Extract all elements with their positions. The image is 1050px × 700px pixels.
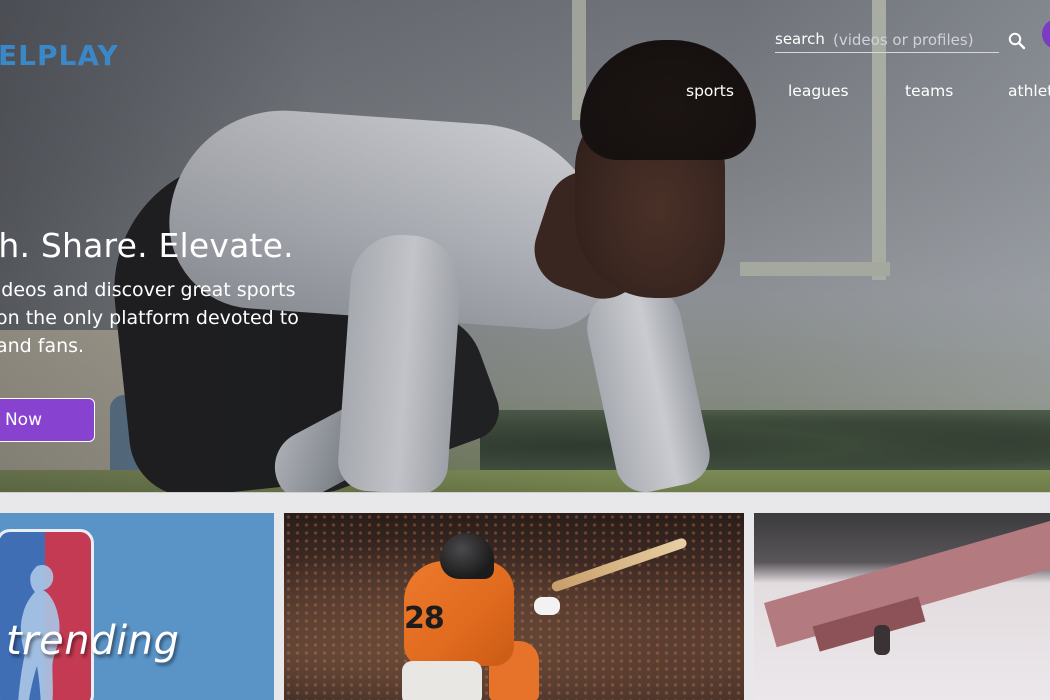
nba-logo-icon <box>0 529 94 700</box>
search-input[interactable] <box>833 29 995 51</box>
hero-description-line: and fans. <box>0 335 85 357</box>
baseball-card[interactable]: 28 <box>284 513 744 700</box>
search-icon[interactable] <box>1007 31 1027 51</box>
cta-button[interactable]: Now <box>0 398 95 442</box>
search-label: search <box>775 30 825 48</box>
nav-item-sports[interactable]: sports <box>686 82 734 100</box>
site-logo[interactable]: ELPLAY <box>0 42 119 70</box>
skiing-card[interactable] <box>754 513 1050 700</box>
batter-pants <box>402 661 482 700</box>
batter-helmet <box>440 533 494 579</box>
nav-item-teams[interactable]: teams <box>905 82 953 100</box>
hero-description: ideos and discover great sports on the o… <box>0 276 316 360</box>
nav-item-leagues[interactable]: leagues <box>788 82 849 100</box>
hero-description-line: on the only platform devoted to <box>0 307 299 329</box>
hero-description-line: ideos and discover great sports <box>0 279 296 301</box>
hero-title: ch. Share. Elevate. <box>0 226 294 265</box>
nav-item-athletes[interactable]: athlet <box>1008 82 1050 100</box>
trending-card[interactable] <box>0 513 274 700</box>
skier <box>874 625 890 655</box>
batting-gloves <box>534 597 560 615</box>
jersey-number-graphic: 28 <box>404 601 445 636</box>
trending-label: trending <box>6 618 180 664</box>
search-box[interactable]: search <box>775 29 999 53</box>
